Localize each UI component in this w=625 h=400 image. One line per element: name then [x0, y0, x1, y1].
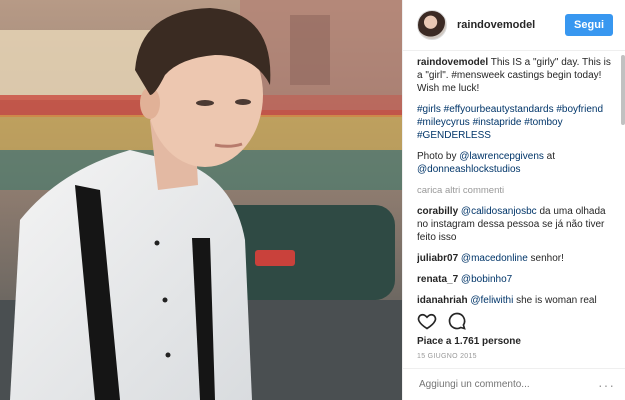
- comment-username[interactable]: renata_7: [417, 274, 458, 285]
- heart-icon[interactable]: [417, 311, 437, 331]
- add-comment-input[interactable]: [417, 378, 598, 391]
- post-photo[interactable]: [0, 0, 402, 400]
- caption: raindovemodel This IS a "girly" day. Thi…: [417, 56, 615, 95]
- photo-credit: Photo by @lawrencepgivens at @donneashlo…: [417, 150, 615, 176]
- caption-username[interactable]: raindovemodel: [417, 57, 488, 68]
- more-icon[interactable]: ···: [598, 377, 615, 393]
- comment-icon[interactable]: [447, 311, 467, 331]
- photo-credit-prefix: Photo by: [417, 151, 460, 162]
- post-date: 15 GIUGNO 2015: [417, 353, 477, 360]
- comment-mention[interactable]: @calidosanjosbc: [461, 206, 537, 217]
- username[interactable]: raindovemodel: [457, 19, 535, 31]
- load-more-comments[interactable]: carica altri commenti: [417, 184, 615, 197]
- comment-username[interactable]: idanahriah: [417, 295, 468, 306]
- caption-hashtags[interactable]: #girls #effyourbeautystandards #boyfrien…: [417, 103, 615, 142]
- comment-text: senhor!: [527, 253, 564, 264]
- scrollbar-thumb[interactable]: [621, 55, 625, 125]
- comment-mention[interactable]: @macedonline: [461, 253, 528, 264]
- add-comment-bar: ···: [403, 368, 625, 400]
- comment-mention[interactable]: @feliwithi: [470, 295, 513, 306]
- post-photo-image: [0, 0, 402, 400]
- comment-item: juliabr07 @macedonline senhor!: [417, 252, 615, 265]
- comment-item: corabilly @calidosanjosbc da uma olhada …: [417, 205, 615, 244]
- photo-credit-mid: at: [543, 151, 556, 162]
- avatar[interactable]: [417, 10, 447, 40]
- comments-list: raindovemodel This IS a "girly" day. Thi…: [417, 56, 615, 306]
- comment-mention[interactable]: @bobinho7: [461, 274, 512, 285]
- photo-credit-studio[interactable]: @donneashlockstudios: [417, 164, 521, 175]
- comment-item: renata_7 @bobinho7: [417, 273, 615, 286]
- post-actions: [417, 311, 467, 331]
- follow-button[interactable]: Segui: [565, 14, 613, 36]
- post-header: raindovemodel Segui: [403, 0, 625, 51]
- comment-username[interactable]: corabilly: [417, 206, 458, 217]
- likes-count[interactable]: Piace a 1.761 persone: [417, 336, 521, 347]
- comment-username[interactable]: juliabr07: [417, 253, 458, 264]
- photo-credit-user[interactable]: @lawrencepgivens: [459, 151, 544, 162]
- post-side-panel: raindovemodel Segui raindovemodel This I…: [402, 0, 625, 400]
- comment-item: idanahriah @feliwithi she is woman real …: [417, 294, 615, 306]
- instagram-post: raindovemodel Segui raindovemodel This I…: [0, 0, 625, 400]
